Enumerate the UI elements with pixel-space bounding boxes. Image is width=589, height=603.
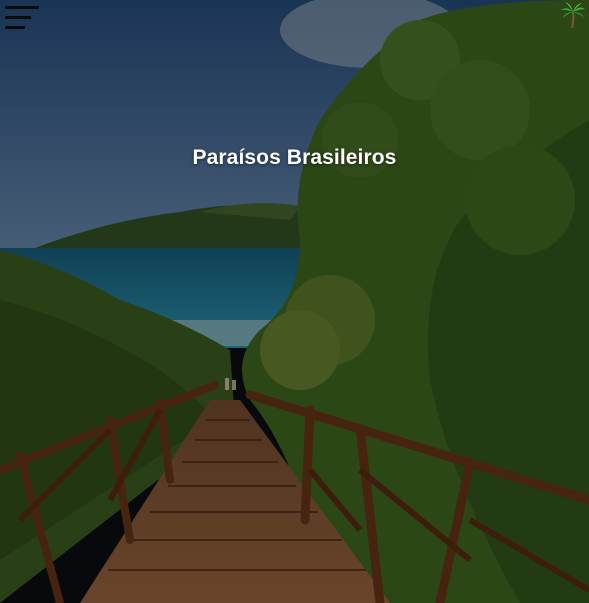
menu-bar-middle bbox=[5, 16, 31, 19]
dark-overlay bbox=[0, 0, 589, 603]
menu-bar-top bbox=[5, 6, 39, 9]
menu-bar-bottom bbox=[5, 26, 25, 29]
page-title: Paraísos Brasileiros bbox=[192, 146, 397, 169]
hamburger-menu-icon[interactable] bbox=[5, 5, 41, 31]
hero-section: Paraísos Brasileiros bbox=[0, 0, 589, 603]
palm-tree-icon[interactable] bbox=[561, 2, 585, 28]
